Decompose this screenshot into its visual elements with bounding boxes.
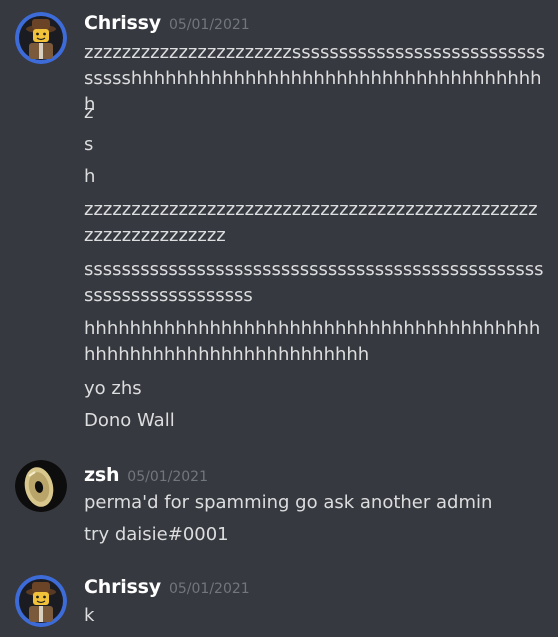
message-header: Chrissy 05/01/2021 — [84, 12, 250, 34]
message-text: yo zhs — [84, 378, 142, 399]
message-text: hhhhhhhhhhhhhhhhhhhhhhhhhhhhhhhhhhhhhhhh… — [84, 318, 541, 365]
message-text: Dono Wall — [84, 410, 175, 431]
message-group-chrissy-2: Chrissy 05/01/2021 k — [0, 570, 558, 637]
username[interactable]: Chrissy — [84, 12, 161, 34]
timestamp[interactable]: 05/01/2021 — [169, 581, 250, 597]
timestamp[interactable]: 05/01/2021 — [169, 17, 250, 33]
lego-minifig-avatar[interactable] — [15, 12, 67, 64]
lego-minifig-avatar[interactable] — [15, 575, 67, 627]
message-text: try daisie#0001 — [84, 524, 229, 545]
message-text: zzzzzzzzzzzzzzzzzzzzzzzzzzzzzzzzzzzzzzzz… — [84, 199, 538, 246]
message-group-zsh: zsh 05/01/2021 perma'd for spamming go as… — [0, 450, 558, 570]
message-text: s — [84, 134, 94, 155]
username[interactable]: zsh — [84, 464, 119, 486]
message-text: z — [84, 102, 94, 123]
message-text: ssssssssssssssssssssssssssssssssssssssss… — [84, 259, 544, 306]
timestamp[interactable]: 05/01/2021 — [127, 469, 208, 485]
disc-avatar[interactable] — [15, 460, 67, 512]
message-text: h — [84, 166, 96, 187]
message-header: zsh 05/01/2021 — [84, 464, 208, 486]
username[interactable]: Chrissy — [84, 576, 161, 598]
message-text: k — [84, 605, 95, 626]
message-group-chrissy-1: Chrissy 05/01/2021 zzzzzzzzzzzzzzzzzzzzzz… — [0, 0, 558, 450]
message-header: Chrissy 05/01/2021 — [84, 576, 250, 598]
message-text: perma'd for spamming go ask another admi… — [84, 492, 493, 513]
